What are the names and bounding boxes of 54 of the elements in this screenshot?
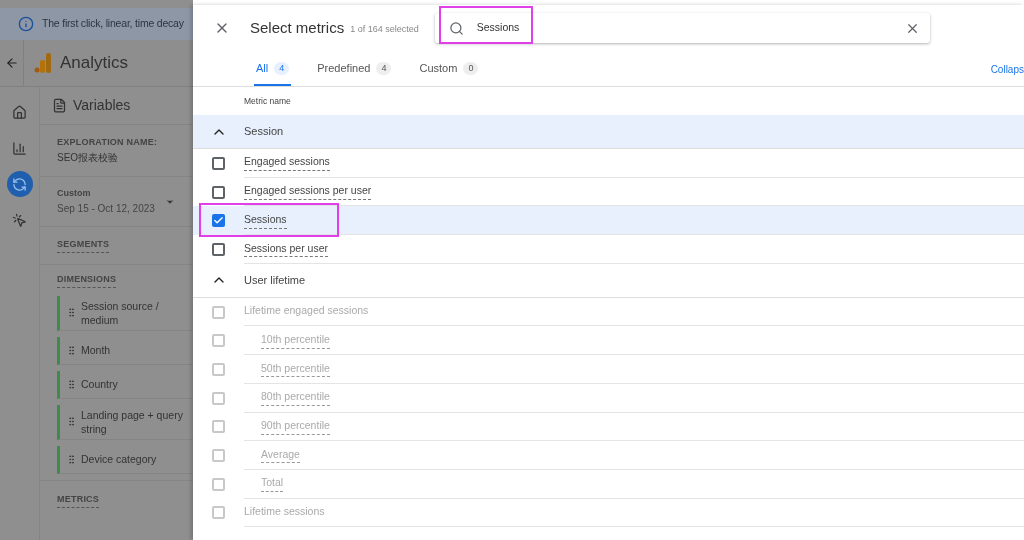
date-range-label: Custom	[57, 187, 92, 201]
banner-text: The first click, linear, time decay	[42, 16, 184, 32]
metric-name: Sessions per user	[244, 240, 329, 258]
back-arrow-icon	[4, 56, 19, 70]
metric-row[interactable]: Sessions	[193, 206, 1024, 236]
group-row[interactable]: Session	[193, 115, 1024, 149]
tab[interactable]: All 4	[254, 53, 292, 86]
dialog-title: Select metrics	[250, 17, 345, 38]
refresh-icon[interactable]	[6, 171, 33, 197]
metric-row[interactable]: Sessions per user	[193, 235, 1024, 264]
tab[interactable]: Custom 0	[417, 53, 481, 86]
section-label: SEGMENTS	[57, 238, 110, 253]
metric-name: 50th percentile	[261, 360, 330, 378]
column-header: Metric name	[244, 94, 291, 108]
metric-name: Lifetime sessions	[244, 504, 325, 520]
group-label: Session	[244, 124, 284, 140]
exploration-name: SEO报表校验	[57, 150, 120, 165]
analytics-logo-icon	[34, 52, 52, 74]
metric-row[interactable]: Engaged sessions per user	[193, 177, 1024, 207]
search-value: Sessions	[476, 20, 520, 36]
metric-name: Lifetime engaged sessions	[244, 303, 369, 319]
variables-icon	[52, 98, 67, 113]
metric-name: 10th percentile	[261, 331, 330, 349]
metric-name: Total	[261, 475, 284, 493]
date-range: Sep 15 - Oct 12, 2023	[57, 201, 155, 216]
selection-count: 1 of 164 selected	[350, 22, 419, 36]
info-icon	[18, 16, 34, 32]
metric-row[interactable]: Engaged sessions	[193, 149, 1024, 178]
checkbox[interactable]	[212, 185, 225, 199]
checkbox[interactable]	[212, 242, 225, 256]
drag-handle-icon	[66, 344, 77, 356]
group-row[interactable]: User lifetime	[193, 263, 1024, 298]
drag-handle-icon	[66, 416, 77, 427]
collapse-link[interactable]: Collaps	[990, 53, 1024, 86]
metric-name: 80th percentile	[261, 389, 330, 407]
drag-handle-icon	[66, 453, 77, 465]
app-name: Analytics	[60, 52, 129, 75]
metric-name: Engaged sessions	[244, 154, 330, 172]
tab[interactable]: Predefined 4	[315, 53, 394, 86]
metric-name: 90th percentile	[261, 417, 330, 435]
section-label: METRICS	[57, 493, 100, 508]
group-label: User lifetime	[244, 273, 306, 288]
drag-handle-icon	[66, 378, 77, 390]
field-label: EXPLORATION NAME:	[57, 136, 159, 150]
search-field[interactable]: Sessions	[434, 13, 930, 43]
metric-name: Average	[261, 446, 300, 464]
drag-handle-icon	[66, 307, 77, 318]
checkbox[interactable]	[212, 156, 225, 170]
checkbox[interactable]	[212, 214, 225, 228]
metric-name: Sessions	[244, 211, 287, 229]
search-icon	[448, 20, 464, 36]
panel-title: Variables	[73, 96, 131, 115]
section-label: DIMENSIONS	[57, 273, 117, 288]
metric-name: Engaged sessions per user	[244, 183, 372, 200]
